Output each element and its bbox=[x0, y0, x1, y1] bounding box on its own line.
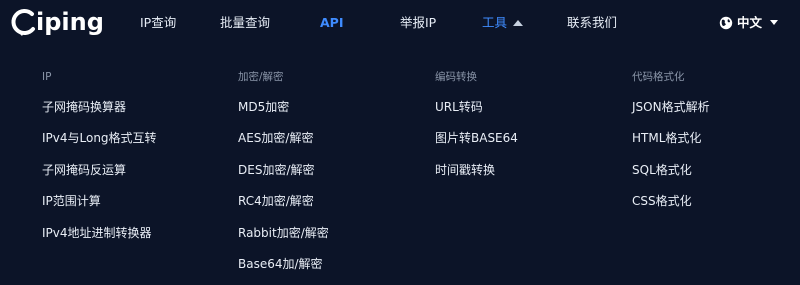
menu-link[interactable]: IPv4与Long格式互转 bbox=[42, 128, 157, 159]
language-switcher[interactable]: 中文 bbox=[719, 14, 778, 31]
menu-column-encoding: 编码转换 URL转码 图片转BASE64 时间戳转换 bbox=[435, 67, 518, 191]
menu-column-heading: 编码转换 bbox=[435, 71, 477, 83]
menu-link[interactable]: IPv4地址进制转换器 bbox=[42, 223, 157, 254]
menu-column-heading: IP bbox=[42, 71, 52, 83]
menu-link[interactable]: Base64加/解密 bbox=[238, 254, 329, 285]
chevron-down-icon bbox=[770, 20, 778, 25]
brand-name: iping bbox=[36, 8, 104, 36]
menu-link[interactable]: MD5加密 bbox=[238, 97, 329, 128]
chevron-up-icon bbox=[513, 20, 524, 26]
logo-icon bbox=[11, 9, 35, 36]
nav-item-report-ip[interactable]: 举报IP bbox=[400, 14, 436, 31]
menu-link[interactable]: 子网掩码换算器 bbox=[42, 97, 157, 128]
menu-link[interactable]: SQL格式化 bbox=[632, 160, 710, 191]
menu-link[interactable]: CSS格式化 bbox=[632, 191, 710, 222]
menu-link[interactable]: 子网掩码反运算 bbox=[42, 160, 157, 191]
menu-column-heading: 代码格式化 bbox=[632, 71, 685, 83]
nav-item-tools[interactable]: 工具 bbox=[482, 14, 524, 31]
menu-link[interactable]: HTML格式化 bbox=[632, 128, 710, 159]
menu-link[interactable]: IP范围计算 bbox=[42, 191, 157, 222]
menu-link[interactable]: DES加密/解密 bbox=[238, 160, 329, 191]
language-label: 中文 bbox=[736, 15, 762, 30]
menu-link[interactable]: 时间戳转换 bbox=[435, 160, 518, 191]
menu-link[interactable]: RC4加密/解密 bbox=[238, 191, 329, 222]
menu-link[interactable]: AES加密/解密 bbox=[238, 128, 329, 159]
menu-link[interactable]: Rabbit加密/解密 bbox=[238, 223, 329, 254]
nav-item-api[interactable]: API bbox=[320, 14, 344, 31]
globe-icon bbox=[719, 16, 733, 29]
menu-column-heading: 加密/解密 bbox=[238, 71, 284, 83]
nav-item-contact[interactable]: 联系我们 bbox=[567, 14, 617, 31]
nav-item-ip-lookup[interactable]: IP查询 bbox=[140, 14, 176, 31]
menu-link[interactable]: 图片转BASE64 bbox=[435, 128, 518, 159]
menu-link[interactable]: JSON格式解析 bbox=[632, 97, 710, 128]
menu-column-ip: IP 子网掩码换算器 IPv4与Long格式互转 子网掩码反运算 IP范围计算 … bbox=[42, 67, 157, 254]
top-navigation-bar: iping IP查询 批量查询 API 举报IP 工具 联系我们 中文 bbox=[0, 0, 800, 45]
nav-item-tools-label: 工具 bbox=[482, 15, 508, 30]
menu-link[interactable]: URL转码 bbox=[435, 97, 518, 128]
menu-column-code-format: 代码格式化 JSON格式解析 HTML格式化 SQL格式化 CSS格式化 bbox=[632, 67, 710, 223]
menu-column-encryption: 加密/解密 MD5加密 AES加密/解密 DES加密/解密 RC4加密/解密 R… bbox=[238, 67, 329, 285]
nav-item-batch-lookup[interactable]: 批量查询 bbox=[220, 14, 270, 31]
brand-logo[interactable]: iping bbox=[8, 6, 104, 38]
